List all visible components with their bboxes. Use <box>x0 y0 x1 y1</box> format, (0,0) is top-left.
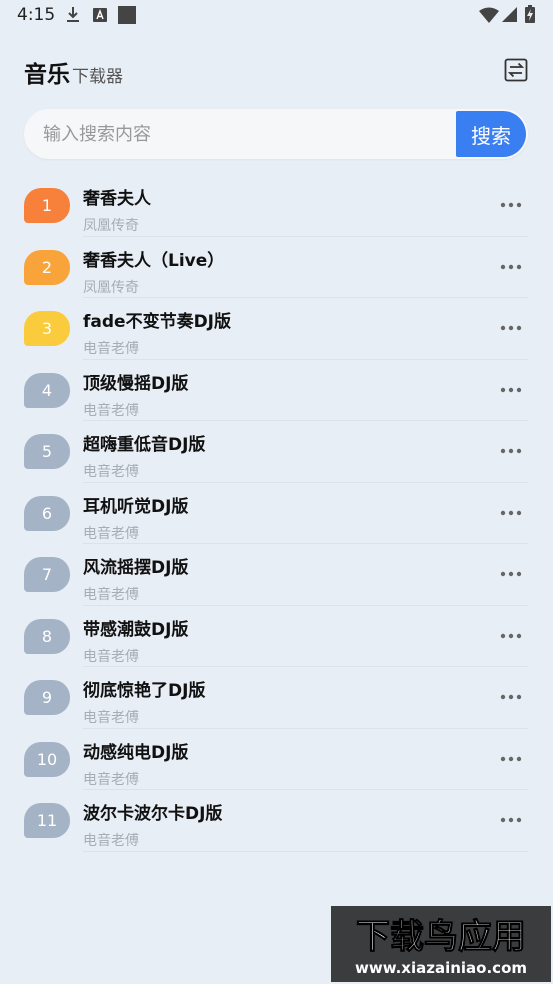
song-title: 耳机听觉DJ版 <box>83 496 189 517</box>
song-artist: 电音老傅 <box>83 464 139 480</box>
song-title: 彻底惊艳了DJ版 <box>83 681 206 701</box>
more-options-button[interactable] <box>499 626 523 646</box>
rank-badge: 1 <box>24 188 70 223</box>
song-artist: 凤凰传奇 <box>83 218 139 234</box>
song-row[interactable]: 10 动感纯电DJ版 电音老傅 <box>24 729 528 790</box>
more-options-button[interactable] <box>499 687 523 707</box>
more-dots-icon <box>500 202 522 208</box>
more-options-button[interactable] <box>499 564 523 584</box>
more-options-button[interactable] <box>499 318 523 338</box>
switch-source-button[interactable] <box>503 56 531 84</box>
battery-charging-icon <box>525 5 535 23</box>
watermark-url: www.xiazainiao.com <box>355 959 527 977</box>
song-artist: 电音老傅 <box>83 587 139 603</box>
search-button[interactable]: 搜索 <box>456 111 526 157</box>
rank-badge: 9 <box>24 680 70 715</box>
search-input[interactable] <box>24 109 454 159</box>
song-row[interactable]: 1 奢香夫人 凤凰传奇 <box>24 175 528 237</box>
rank-badge: 11 <box>24 803 70 838</box>
more-options-button[interactable] <box>499 749 523 769</box>
song-artist: 电音老傅 <box>83 402 139 419</box>
song-row[interactable]: 8 带感潮鼓DJ版 电音老傅 <box>24 606 528 667</box>
keyboard-a-icon <box>93 8 107 22</box>
song-title: fade不变节奏DJ版 <box>83 312 232 332</box>
song-row[interactable]: 3 fade不变节奏DJ版 电音老傅 <box>24 298 528 360</box>
song-row[interactable]: 4 顶级慢摇DJ版 电音老傅 <box>24 360 528 421</box>
wifi-icon <box>479 7 499 23</box>
watermark-logo: 下载鸟应用 www.xiazainiao.com <box>331 906 551 982</box>
search-bar: 搜索 <box>24 109 528 159</box>
song-title: 波尔卡波尔卡DJ版 <box>83 804 223 824</box>
song-title: 带感潮鼓DJ版 <box>83 619 189 640</box>
rank-badge: 5 <box>24 434 70 469</box>
status-bar: 4:15 <box>0 0 553 30</box>
more-options-button[interactable] <box>499 380 523 400</box>
swap-icon <box>504 58 528 82</box>
song-title: 奢香夫人 <box>83 189 151 209</box>
divider <box>83 850 528 852</box>
more-options-button[interactable] <box>499 441 523 461</box>
rank-badge: 7 <box>24 557 70 592</box>
page-title: 音乐 下载器 <box>24 55 123 89</box>
rank-badge: 10 <box>24 741 70 777</box>
song-artist: 电音老傅 <box>83 710 139 726</box>
square-icon <box>118 6 136 24</box>
song-artist: 电音老傅 <box>83 771 139 788</box>
song-row[interactable]: 2 奢香夫人（Live） 凤凰传奇 <box>24 237 528 298</box>
song-row[interactable]: 6 耳机听觉DJ版 电音老傅 <box>24 483 528 544</box>
watermark-main: 下载鸟应用 <box>356 917 526 957</box>
app-subtitle: 下载器 <box>72 67 123 87</box>
song-row[interactable]: 11 波尔卡波尔卡DJ版 电音老傅 <box>24 790 528 852</box>
more-options-button[interactable] <box>499 257 523 277</box>
song-title: 奢香夫人（Live） <box>83 250 225 271</box>
status-time: 4:15 <box>17 5 56 25</box>
song-title: 顶级慢摇DJ版 <box>83 373 189 394</box>
rank-badge: 4 <box>24 372 70 408</box>
more-dots-icon <box>500 387 522 392</box>
song-artist: 凤凰传奇 <box>83 279 139 296</box>
song-row[interactable]: 9 彻底惊艳了DJ版 电音老傅 <box>24 667 528 729</box>
song-row[interactable]: 7 风流摇摆DJ版 电音老傅 <box>24 544 528 606</box>
more-dots-icon <box>500 817 522 823</box>
song-row[interactable]: 5 超嗨重低音DJ版 电音老傅 <box>24 421 528 483</box>
rank-badge: 6 <box>24 495 70 531</box>
song-artist: 电音老傅 <box>83 648 139 665</box>
more-dots-icon <box>500 571 522 577</box>
more-dots-icon <box>500 756 522 761</box>
rank-badge: 3 <box>24 311 70 346</box>
song-title: 风流摇摆DJ版 <box>83 558 189 578</box>
more-dots-icon <box>500 694 522 700</box>
more-options-button[interactable] <box>499 810 523 830</box>
song-artist: 电音老傅 <box>83 525 139 542</box>
song-title: 动感纯电DJ版 <box>83 742 189 763</box>
song-artist: 电音老傅 <box>83 833 139 849</box>
download-icon <box>67 7 79 22</box>
rank-badge: 2 <box>24 249 70 285</box>
song-artist: 电音老傅 <box>83 341 139 357</box>
more-dots-icon <box>500 633 522 638</box>
more-dots-icon <box>500 325 522 331</box>
more-dots-icon <box>500 264 522 269</box>
more-dots-icon <box>500 448 522 454</box>
more-options-button[interactable] <box>499 503 523 523</box>
song-title: 超嗨重低音DJ版 <box>83 435 206 455</box>
more-dots-icon <box>500 510 522 515</box>
app-title: 音乐 <box>24 62 70 88</box>
rank-badge: 8 <box>24 618 70 654</box>
more-options-button[interactable] <box>499 195 523 215</box>
signal-icon <box>502 7 517 22</box>
song-list: 1 奢香夫人 凤凰传奇 2 奢香夫人（Live） 凤凰传奇 3 fade不变节奏… <box>24 175 528 852</box>
